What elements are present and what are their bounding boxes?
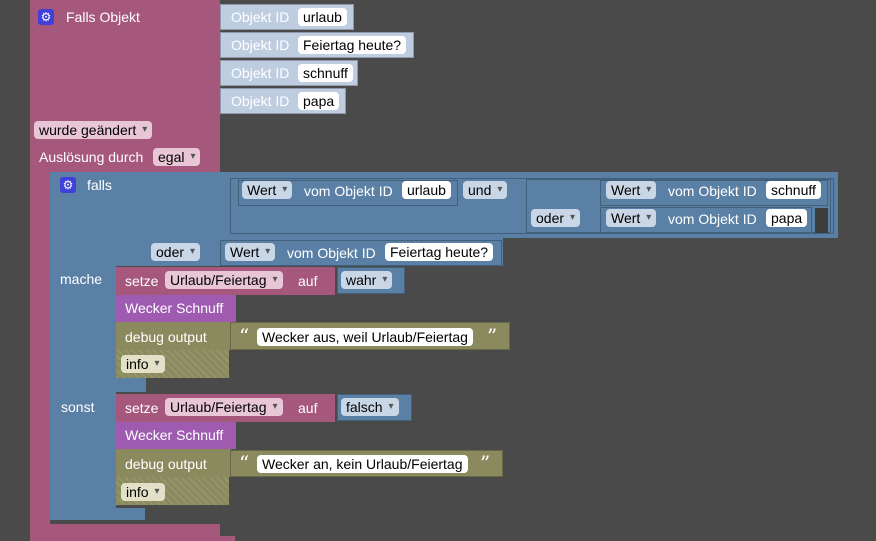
or-operator-dropdown[interactable]: oder	[531, 209, 581, 227]
open-quote-icon: “	[239, 324, 250, 348]
debug-output-label: debug output	[125, 456, 207, 472]
to-label: auf	[298, 400, 318, 416]
function-call-label: Wecker Schnuff	[125, 427, 224, 443]
value-dropdown[interactable]: Wert	[606, 181, 657, 199]
object-field-feiertag[interactable]: Feiertag heute?	[385, 243, 494, 261]
function-call-label: Wecker Schnuff	[125, 300, 224, 316]
object-field-papa[interactable]: papa	[766, 209, 808, 227]
sonst-label: sonst	[61, 399, 95, 415]
if-block-footer	[50, 508, 145, 520]
set-label: setze	[125, 273, 159, 289]
sonst-divider	[116, 378, 146, 392]
set-label: setze	[125, 400, 159, 416]
object-id-field-4[interactable]: papa	[298, 92, 340, 110]
log-level-dropdown-else[interactable]: info	[121, 483, 165, 501]
and-operator-dropdown[interactable]: und	[463, 181, 508, 199]
object-id-label: Objekt ID	[231, 37, 290, 53]
value-dropdown[interactable]: Wert	[242, 181, 293, 199]
object-id-field-2[interactable]: Feiertag heute?	[298, 36, 407, 54]
boolean-dropdown-else[interactable]: falsch	[341, 398, 399, 416]
object-id-label: Objekt ID	[231, 93, 290, 109]
object-id-label: Objekt ID	[231, 9, 290, 25]
trigger-block-spine	[30, 172, 50, 524]
open-quote-icon: “	[239, 451, 250, 475]
to-label: auf	[298, 273, 318, 289]
condition-dropdown[interactable]: wurde geändert	[34, 121, 153, 139]
object-field-schnuff[interactable]: schnuff	[766, 181, 821, 199]
mache-label: mache	[60, 271, 103, 287]
variable-dropdown[interactable]: Urlaub/Feiertag	[165, 398, 283, 416]
from-object-label: vom Objekt ID	[287, 245, 376, 261]
or-block-end-cap	[815, 208, 828, 233]
gear-icon[interactable]: ⚙	[60, 177, 76, 193]
trigger-block-bottom-edge	[30, 536, 235, 541]
variable-dropdown[interactable]: Urlaub/Feiertag	[165, 271, 283, 289]
object-id-field-1[interactable]: urlaub	[298, 8, 347, 26]
from-object-label: vom Objekt ID	[668, 183, 757, 199]
log-level-dropdown-then[interactable]: info	[121, 355, 165, 373]
debug-output-label: debug output	[125, 329, 207, 345]
close-quote-icon: ”	[480, 451, 491, 475]
trigger-by-label: Auslösung durch	[39, 149, 144, 165]
from-object-label: vom Objekt ID	[304, 183, 393, 199]
or-operator-dropdown[interactable]: oder	[151, 243, 201, 261]
trigger-by-dropdown[interactable]: egal	[153, 148, 201, 166]
from-object-label: vom Objekt ID	[668, 211, 757, 227]
if-block-spine	[50, 266, 116, 520]
gear-icon[interactable]: ⚙	[38, 9, 54, 25]
value-dropdown[interactable]: Wert	[606, 209, 657, 227]
close-quote-icon: ”	[487, 324, 498, 348]
boolean-dropdown-then[interactable]: wahr	[341, 271, 393, 289]
value-dropdown[interactable]: Wert	[225, 243, 276, 261]
message-field-then[interactable]: Wecker aus, weil Urlaub/Feiertag	[257, 328, 473, 346]
object-id-label: Objekt ID	[231, 65, 290, 81]
falls-label: falls	[87, 177, 112, 193]
object-field-urlaub[interactable]: urlaub	[402, 181, 451, 199]
trigger-title: Falls Objekt	[66, 9, 140, 25]
object-id-field-3[interactable]: schnuff	[298, 64, 353, 82]
message-field-else[interactable]: Wecker an, kein Urlaub/Feiertag	[257, 455, 468, 473]
